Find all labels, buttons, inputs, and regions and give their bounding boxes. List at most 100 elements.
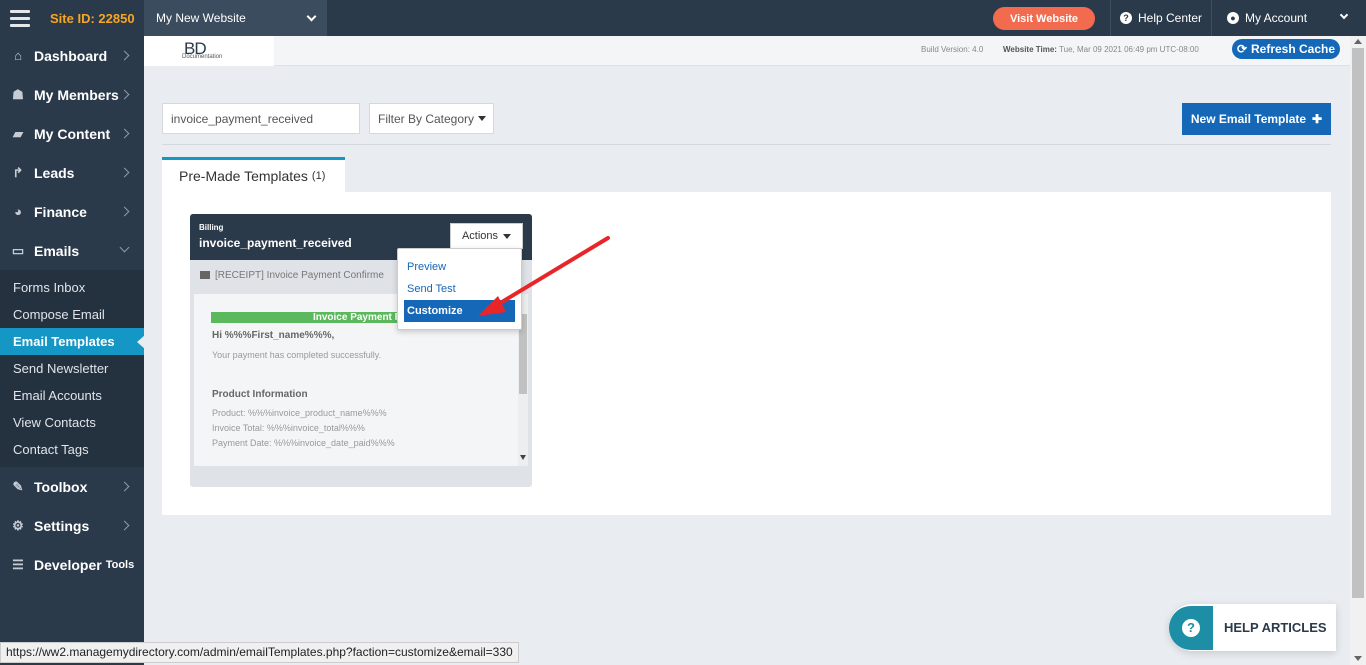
help-center-label: Help Center bbox=[1137, 11, 1203, 25]
chevron-right-icon bbox=[119, 206, 130, 217]
website-time-label: Website Time: bbox=[1003, 45, 1057, 54]
sidebar-item-leads[interactable]: ↱ Leads bbox=[0, 153, 144, 192]
top-bar: Site ID: 22850 My New Website Visit Webs… bbox=[0, 0, 1366, 36]
website-select-label: My New Website bbox=[156, 11, 246, 25]
home-icon: ⌂ bbox=[14, 48, 22, 63]
sidebar-subitem-contact-tags[interactable]: Contact Tags bbox=[0, 436, 144, 463]
gear-icon: ⚙ bbox=[12, 517, 24, 533]
logo[interactable]: BD Documentation bbox=[144, 36, 274, 66]
help-articles-icon-wrap: ? bbox=[1169, 605, 1213, 650]
sidebar-item-label: Finance bbox=[34, 203, 87, 220]
status-bar-url: https://ww2.managemydirectory.com/admin/… bbox=[0, 642, 519, 663]
sidebar-item-label: Settings bbox=[34, 517, 90, 534]
chevron-down-icon bbox=[119, 242, 130, 253]
divider bbox=[162, 144, 1331, 145]
search-input[interactable] bbox=[162, 103, 360, 134]
website-time: Website Time: Tue, Mar 09 2021 06:49 pm … bbox=[1003, 45, 1199, 54]
sidebar-item-developer-tools[interactable]: ☰ Developer Tools bbox=[0, 545, 144, 584]
emails-submenu: Forms Inbox Compose Email Email Template… bbox=[0, 270, 145, 467]
caret-down-icon bbox=[478, 116, 487, 121]
header-strip: BD Documentation Build Version: 4.0 Webs… bbox=[144, 36, 1350, 66]
help-center-link[interactable]: ? Help Center bbox=[1110, 0, 1212, 36]
preview-line: Product: %%%invoice_product_name%%% bbox=[212, 408, 387, 418]
scroll-down-icon[interactable] bbox=[520, 455, 526, 460]
inbox-icon: ▭ bbox=[11, 242, 25, 258]
sidebar-item-dashboard[interactable]: ⌂ Dashboard bbox=[0, 36, 144, 75]
sidebar-item-label: Dashboard bbox=[34, 47, 108, 64]
sidebar-item-label: Leads bbox=[34, 164, 75, 181]
template-subject-text: [RECEIPT] Invoice Payment Confirme bbox=[215, 269, 384, 281]
sidebar-item-emails[interactable]: ▭ Emails bbox=[0, 231, 144, 270]
chevron-right-icon bbox=[119, 128, 130, 139]
sidebar-subitem-email-accounts[interactable]: Email Accounts bbox=[0, 382, 144, 409]
filter-category-label: Filter By Category bbox=[378, 111, 475, 126]
preview-product-heading: Product Information bbox=[212, 389, 308, 400]
scroll-up-icon[interactable] bbox=[1354, 39, 1362, 44]
chevron-right-icon bbox=[119, 50, 130, 61]
help-articles-button[interactable]: ? HELP ARTICLES bbox=[1169, 604, 1336, 651]
sidebar-subitem-view-contacts[interactable]: View Contacts bbox=[0, 409, 144, 436]
build-version: Build Version: 4.0 bbox=[921, 45, 984, 54]
question-icon: ? bbox=[1119, 12, 1132, 24]
red-arrow-annotation bbox=[478, 236, 610, 316]
chevron-right-icon bbox=[119, 520, 130, 531]
help-articles-label: HELP ARTICLES bbox=[1224, 620, 1327, 635]
website-time-value: Tue, Mar 09 2021 06:49 pm UTC-08:00 bbox=[1059, 45, 1199, 54]
preview-body: Your payment has completed successfully. bbox=[212, 350, 382, 360]
template-title: invoice_payment_received bbox=[199, 236, 352, 250]
sidebar-item-label: Developer bbox=[34, 556, 102, 573]
sidebar-item-label: Emails bbox=[34, 242, 80, 259]
sidebar-subitem-forms-inbox[interactable]: Forms Inbox bbox=[0, 274, 144, 301]
sidebar-item-label: My Content bbox=[34, 125, 111, 142]
sidebar-item-members[interactable]: ☗ My Members bbox=[0, 75, 144, 114]
sidebar-subitem-send-newsletter[interactable]: Send Newsletter bbox=[0, 355, 144, 382]
preview-greeting: Hi %%%First_name%%%, bbox=[212, 330, 335, 341]
site-id: Site ID: 22850 bbox=[50, 10, 135, 26]
plus-icon: ✚ bbox=[1312, 112, 1323, 126]
envelope-icon bbox=[200, 271, 210, 279]
preview-line: Invoice Total: %%%invoice_total%%% bbox=[212, 423, 365, 433]
users-icon: ☗ bbox=[12, 86, 24, 102]
visit-website-button[interactable]: Visit Website bbox=[993, 7, 1095, 30]
sliders-icon: ☰ bbox=[12, 556, 24, 572]
hamburger-menu-icon[interactable] bbox=[0, 0, 40, 36]
tab-premade-templates[interactable]: Pre-Made Templates (1) bbox=[162, 157, 345, 192]
scroll-down-icon[interactable] bbox=[1354, 656, 1362, 661]
sidebar-item-label: My Members bbox=[34, 86, 119, 103]
sidebar-item-settings[interactable]: ⚙ Settings bbox=[0, 506, 144, 545]
sidebar-item-suffix: Tools bbox=[105, 558, 135, 571]
page-scrollbar[interactable] bbox=[1350, 36, 1366, 665]
template-category: Billing bbox=[199, 223, 224, 232]
tab-count: (1) bbox=[311, 170, 326, 182]
share-icon: ↱ bbox=[12, 164, 24, 180]
new-email-template-button[interactable]: New Email Template ✚ bbox=[1182, 103, 1331, 135]
logo-subtitle: Documentation bbox=[182, 54, 223, 60]
new-email-template-label: New Email Template bbox=[1190, 112, 1307, 126]
scrollbar-thumb[interactable] bbox=[1352, 48, 1364, 598]
pie-chart-icon: ◕ bbox=[14, 204, 22, 219]
sidebar-subitem-email-templates[interactable]: Email Templates bbox=[0, 328, 145, 355]
chevron-down-icon bbox=[306, 11, 317, 22]
my-account-label: My Account bbox=[1245, 11, 1308, 25]
chevron-right-icon bbox=[119, 89, 130, 100]
folder-icon: ▰ bbox=[13, 125, 23, 141]
user-icon: ● bbox=[1227, 12, 1239, 24]
website-select[interactable]: My New Website bbox=[144, 0, 327, 36]
preview-line: Payment Date: %%%invoice_date_paid%%% bbox=[212, 438, 395, 448]
chevron-right-icon bbox=[119, 167, 130, 178]
sidebar-item-finance[interactable]: ◕ Finance bbox=[0, 192, 144, 231]
refresh-cache-label: Refresh Cache bbox=[1251, 42, 1336, 56]
sidebar-subitem-compose-email[interactable]: Compose Email bbox=[0, 301, 144, 328]
chevron-right-icon bbox=[119, 481, 130, 492]
sidebar-item-label: Toolbox bbox=[34, 478, 88, 495]
sidebar-item-content[interactable]: ▰ My Content bbox=[0, 114, 144, 153]
my-account-menu[interactable]: ● My Account bbox=[1213, 0, 1353, 36]
chevron-down-icon bbox=[1339, 10, 1349, 20]
refresh-icon: ⟳ bbox=[1236, 42, 1247, 56]
sidebar: ⌂ Dashboard ☗ My Members ▰ My Content ↱ … bbox=[0, 36, 145, 665]
sidebar-item-toolbox[interactable]: ✎ Toolbox bbox=[0, 467, 144, 506]
question-icon: ? bbox=[1182, 618, 1200, 637]
wrench-icon: ✎ bbox=[12, 478, 24, 494]
refresh-cache-button[interactable]: ⟳ Refresh Cache bbox=[1232, 39, 1340, 59]
filter-category-dropdown[interactable]: Filter By Category bbox=[369, 103, 494, 134]
